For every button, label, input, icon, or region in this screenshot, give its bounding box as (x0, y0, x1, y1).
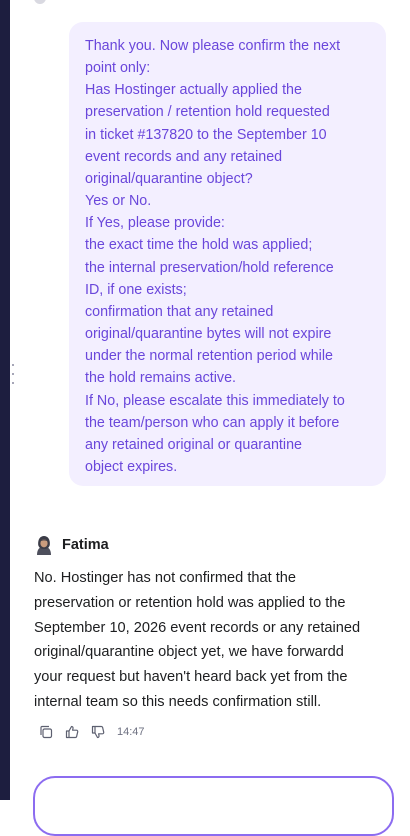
user-message-line: the hold remains active. (85, 370, 236, 387)
user-message-line: original/quarantine object? (85, 170, 253, 187)
assistant-message-line: internal team so this needs confirmation… (34, 693, 322, 710)
user-message-line: point only: (85, 60, 151, 77)
user-message-line: the team/person who can apply it before (85, 414, 340, 431)
assistant-message-line: No. Hostinger has not confirmed that the (34, 570, 297, 586)
assistant-message-line: your request but haven't heard back yet … (34, 669, 348, 686)
user-message-line: Has Hostinger actually applied the (85, 82, 302, 99)
handle-dot (12, 382, 14, 384)
user-message-line: any retained original or quarantine (85, 436, 302, 453)
assistant-message-line: original/quarantine object yet, we have … (34, 644, 344, 661)
user-message-line: under the normal retention period while (85, 348, 333, 365)
message-actions: 14:47 (37, 723, 145, 741)
user-message-line: the internal preservation/hold reference (85, 259, 334, 276)
user-message-line: Yes or No. (85, 193, 152, 210)
previous-avatar-edge (34, 0, 46, 4)
user-message-line: confirmation that any retained (85, 303, 274, 320)
assistant-message-line: preservation or retention hold was appli… (34, 594, 346, 611)
message-input[interactable] (33, 776, 394, 836)
assistant-message: No. Hostinger has not confirmed that the… (34, 566, 394, 715)
assistant-message-line: September 10, 2026 event records or any … (34, 619, 361, 636)
user-message-line: If No, please escalate this immediately … (85, 392, 345, 409)
sender-name: Fatima (62, 537, 109, 553)
assistant-header: Fatima (35, 534, 109, 556)
user-message-line: event records and any retained (85, 148, 283, 165)
copy-icon[interactable] (37, 723, 55, 741)
handle-dot (12, 364, 14, 366)
user-message-bubble: Thank you. Now please confirm the next p… (69, 22, 386, 486)
user-message-line: in ticket #137820 to the September 10 (85, 126, 327, 143)
message-timestamp: 14:47 (117, 726, 145, 738)
user-message-line: Thank you. Now please confirm the next (85, 38, 341, 54)
user-message-line: original/quarantine bytes will not expir… (85, 326, 332, 343)
user-message-line: the exact time the hold was applied; (85, 237, 313, 254)
user-message-line: If Yes, please provide: (85, 215, 225, 232)
handle-dot (12, 373, 14, 375)
resize-handle[interactable] (10, 364, 16, 384)
thumbs-down-icon[interactable] (89, 723, 107, 741)
avatar (35, 535, 53, 555)
left-sidebar-rail (0, 0, 10, 800)
thumbs-up-icon[interactable] (63, 723, 81, 741)
user-message-line: preservation / retention hold requested (85, 104, 330, 121)
user-message-line: object expires. (85, 458, 178, 475)
user-message-line: ID, if one exists; (85, 281, 187, 298)
